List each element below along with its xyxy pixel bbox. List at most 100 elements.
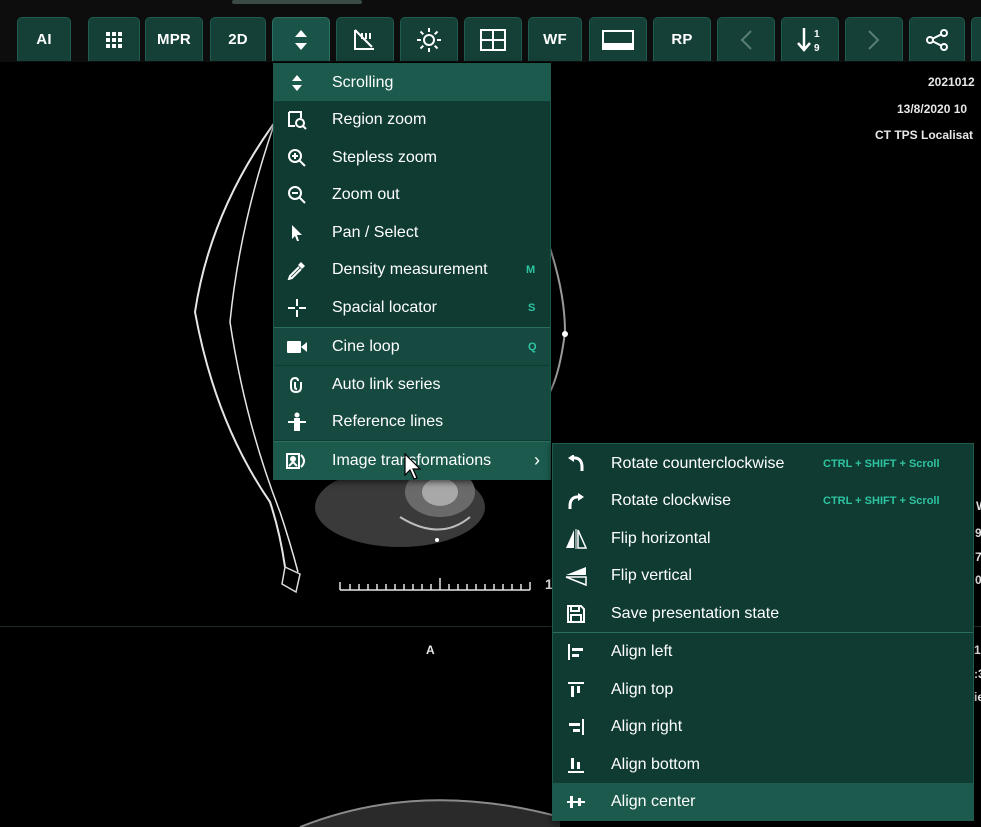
menu-item-label: Auto link series — [332, 375, 441, 393]
chevron-left-icon — [739, 29, 753, 51]
eyedropper-icon — [286, 259, 308, 281]
window-button[interactable] — [589, 17, 647, 61]
menu-item-region-zoom[interactable]: Region zoom — [274, 101, 550, 138]
menu-item-cine-loop[interactable]: Cine loop Q — [274, 328, 550, 365]
share-icon — [925, 28, 949, 52]
study-date-overlay: 2021012 — [928, 75, 975, 89]
orientation-marker-anterior: A — [426, 643, 435, 657]
align-bottom-icon — [565, 754, 587, 776]
sort-1-9-icon: 1 9 — [795, 25, 825, 55]
flip-horizontal-icon — [565, 528, 587, 550]
menu-item-spacial-locator[interactable]: Spacial locator S — [274, 289, 550, 326]
menu-item-flip-horizontal[interactable]: Flip horizontal — [553, 520, 973, 557]
zoom-out-icon — [286, 184, 308, 206]
series-description-overlay: CT TPS Localisat — [875, 128, 974, 142]
menu-item-pan-select[interactable]: Pan / Select — [274, 214, 550, 251]
menu-item-label: Rotate clockwise — [611, 491, 732, 509]
2d-button-label: 2D — [228, 31, 248, 48]
menu-item-align-left[interactable]: Align left — [553, 633, 973, 670]
rp-button[interactable]: RP — [653, 17, 711, 61]
scroll-arrows-icon — [294, 29, 308, 51]
menu-item-label: Spacial locator — [332, 298, 437, 316]
sort-button[interactable]: 1 9 — [781, 17, 839, 61]
menu-item-label: Flip vertical — [611, 566, 692, 584]
link-icon — [286, 374, 308, 396]
layout-grid-icon — [480, 28, 506, 51]
menu-item-label: Rotate counterclockwise — [611, 454, 785, 472]
grid-dots-icon — [104, 30, 124, 50]
menu-item-rotate-counterclockwise[interactable]: Rotate counterclockwise CTRL + SHIFT + S… — [553, 445, 973, 482]
mpr-button-label: MPR — [157, 31, 191, 48]
menu-item-align-top[interactable]: Align top — [553, 671, 973, 708]
wf-button[interactable]: WF — [528, 17, 582, 61]
menu-item-label: Region zoom — [332, 110, 427, 128]
chevron-right-icon — [867, 29, 881, 51]
align-center-icon — [565, 791, 587, 813]
tools-menu: Scrolling Region zoom Stepless zoom Zoom… — [273, 63, 551, 480]
submenu-arrow-icon: › — [534, 450, 540, 470]
menu-item-shortcut: CTRL + SHIFT + Scroll — [823, 494, 940, 507]
menu-item-align-right[interactable]: Align right — [553, 708, 973, 745]
menu-item-shortcut: CTRL + SHIFT + Scroll — [823, 457, 940, 470]
2d-button[interactable]: 2D — [210, 17, 266, 61]
align-top-icon — [565, 679, 587, 701]
menu-item-label: Align center — [611, 792, 696, 810]
flip-vertical-icon — [565, 565, 587, 587]
menu-item-label: Flip horizontal — [611, 529, 711, 547]
menu-item-label: Save presentation state — [611, 604, 780, 622]
menu-item-density-measurement[interactable]: Density measurement M — [274, 251, 550, 288]
svg-text:9: 9 — [814, 43, 820, 54]
menu-item-align-bottom[interactable]: Align bottom — [553, 746, 973, 783]
menu-item-label: Pan / Select — [332, 223, 419, 241]
menu-item-label: Align top — [611, 680, 674, 698]
menu-item-rotate-clockwise[interactable]: Rotate clockwise CTRL + SHIFT + Scroll — [553, 482, 973, 519]
menu-item-label: Align bottom — [611, 755, 700, 773]
measure-button[interactable] — [336, 17, 394, 61]
menu-item-stepless-zoom[interactable]: Stepless zoom — [274, 139, 550, 176]
next-button[interactable] — [845, 17, 903, 61]
share-button[interactable] — [909, 17, 965, 61]
menu-item-label: Scrolling — [332, 73, 394, 91]
grid-button[interactable] — [88, 17, 140, 61]
menu-item-flip-vertical[interactable]: Flip vertical — [553, 557, 973, 594]
menu-item-zoom-out[interactable]: Zoom out — [274, 176, 550, 213]
region-zoom-icon — [286, 109, 308, 131]
menu-item-save-presentation-state[interactable]: Save presentation state — [553, 595, 973, 632]
menu-item-label: Reference lines — [332, 412, 444, 430]
toolbar-tab-indicator — [232, 0, 362, 4]
menu-item-reference-lines[interactable]: Reference lines — [274, 403, 550, 440]
menu-item-scrolling[interactable]: Scrolling — [274, 64, 550, 101]
menu-item-shortcut: S — [528, 301, 536, 314]
menu-item-label: Density measurement — [332, 260, 488, 278]
image-transform-icon — [286, 450, 308, 472]
layout-button[interactable] — [464, 17, 522, 61]
menu-item-auto-link-series[interactable]: Auto link series — [274, 366, 550, 403]
ai-button[interactable]: AI — [17, 17, 71, 61]
menu-item-align-center[interactable]: Align center — [553, 783, 973, 820]
overlay-right-1: 1 — [974, 643, 981, 657]
brightness-icon — [416, 27, 442, 53]
brightness-button[interactable] — [400, 17, 458, 61]
scroll-tool-button[interactable] — [272, 17, 330, 61]
overlay-right-w: W — [976, 499, 981, 513]
overlay-right-7: 7 — [975, 550, 981, 564]
acquisition-date-overlay: 13/8/2020 10 — [897, 102, 968, 116]
overlay-right-9: 9 — [975, 526, 981, 540]
image-transformations-submenu: Rotate counterclockwise CTRL + SHIFT + S… — [552, 443, 974, 821]
pointer-icon — [286, 222, 308, 244]
overlay-right-3: :3 — [974, 667, 981, 681]
menu-item-label: Zoom out — [332, 185, 400, 203]
mouse-cursor — [404, 452, 424, 486]
menu-item-shortcut: Q — [528, 340, 537, 353]
toolbar-overflow-button[interactable] — [971, 17, 981, 61]
mpr-button[interactable]: MPR — [145, 17, 203, 61]
video-camera-icon — [286, 336, 308, 358]
crosshair-icon — [286, 297, 308, 319]
rp-button-label: RP — [671, 31, 693, 48]
overlay-right-0: 0 — [975, 573, 981, 587]
previous-button[interactable] — [717, 17, 775, 61]
menu-item-shortcut: M — [526, 263, 536, 276]
reference-lines-icon — [286, 411, 308, 433]
rotate-cw-icon — [565, 490, 587, 512]
align-right-icon — [565, 716, 587, 738]
